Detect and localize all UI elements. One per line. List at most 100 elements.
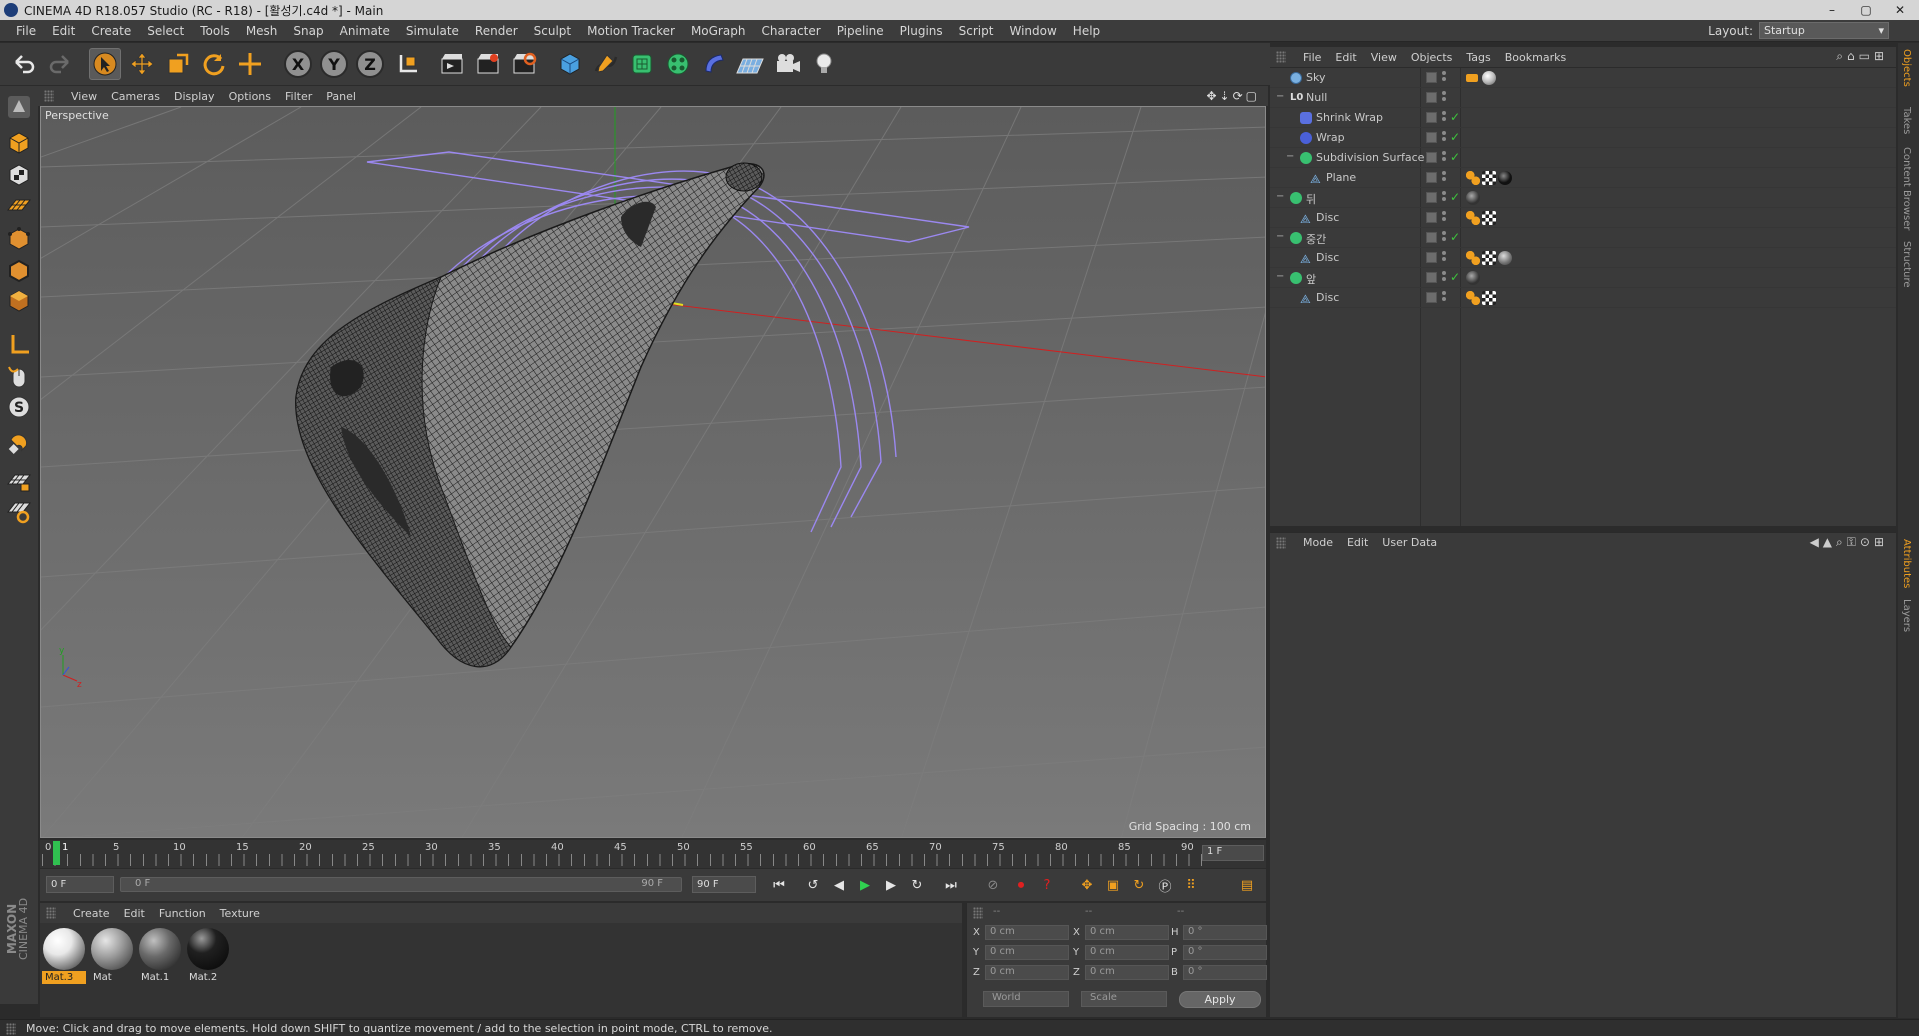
axis-mode-button[interactable] (4, 330, 34, 360)
render-picture-viewer-button[interactable] (472, 48, 504, 80)
material-tag-icon[interactable] (1482, 71, 1496, 85)
current-frame-field[interactable]: 1 F (1202, 845, 1264, 861)
add-light-button[interactable] (808, 48, 840, 80)
object-menu-objects[interactable]: Objects (1404, 51, 1460, 64)
viewport-menu-cameras[interactable]: Cameras (104, 90, 167, 103)
coordinate-space-dropdown[interactable]: World (983, 991, 1069, 1007)
z-axis-lock-button[interactable]: Z (354, 48, 386, 80)
phong-tag-icon[interactable] (1466, 291, 1480, 305)
locked-workplane-button[interactable] (4, 466, 34, 496)
visibility-dots[interactable] (1442, 291, 1446, 305)
collapse-toggle[interactable]: − (1276, 231, 1284, 242)
collapse-toggle[interactable]: − (1276, 191, 1284, 202)
menu-help[interactable]: Help (1065, 24, 1108, 38)
play-button[interactable]: ▶ (854, 874, 876, 896)
key-rotation-button[interactable]: ↻ (1128, 874, 1150, 896)
close-button[interactable]: ✕ (1883, 0, 1917, 20)
layer-checkbox[interactable] (1426, 192, 1437, 203)
layer-checkbox[interactable] (1426, 92, 1437, 103)
menu-mesh[interactable]: Mesh (238, 24, 286, 38)
move-tool-button[interactable] (126, 48, 158, 80)
visibility-dots[interactable] (1442, 191, 1446, 205)
coordinate-system-button[interactable] (392, 48, 424, 80)
pos-z-field[interactable]: 0 cm (985, 965, 1069, 980)
frame-range-slider[interactable]: 0 F 90 F (120, 877, 682, 892)
minimize-button[interactable]: – (1815, 0, 1849, 20)
material-swatch[interactable]: Mat (90, 927, 134, 983)
scale-tool-button[interactable] (162, 48, 194, 80)
layer-checkbox[interactable] (1426, 292, 1437, 303)
menu-create[interactable]: Create (83, 24, 139, 38)
enabled-check-icon[interactable]: ✓ (1450, 270, 1460, 284)
phong-tag-icon[interactable] (1466, 251, 1480, 265)
viewport-menu-filter[interactable]: Filter (278, 90, 319, 103)
add-floor-button[interactable] (734, 48, 766, 80)
layer-checkbox[interactable] (1426, 252, 1437, 263)
viewport-menu-view[interactable]: View (64, 90, 104, 103)
timeline-window-button[interactable]: ▤ (1236, 874, 1258, 896)
object-row-shrink-wrap[interactable]: Shrink Wrap ✓ (1270, 108, 1896, 128)
previous-frame-button[interactable]: ◀ (828, 874, 850, 896)
size-y-field[interactable]: 0 cm (1085, 945, 1169, 960)
tab-content-browser[interactable]: Content Browser (1901, 147, 1912, 230)
add-cube-button[interactable] (554, 48, 586, 80)
visibility-dots[interactable] (1442, 171, 1446, 185)
material-tag-icon[interactable] (1466, 271, 1480, 285)
viewport-menu-options[interactable]: Options (222, 90, 278, 103)
layer-checkbox[interactable] (1426, 112, 1437, 123)
next-frame-button[interactable]: ▶ (880, 874, 902, 896)
menu-character[interactable]: Character (753, 24, 828, 38)
object-row-sky[interactable]: Sky (1270, 68, 1896, 88)
edges-mode-button[interactable] (4, 256, 34, 286)
apply-button[interactable]: Apply (1179, 991, 1261, 1008)
menu-motion-tracker[interactable]: Motion Tracker (579, 24, 683, 38)
select-tool-button[interactable] (89, 48, 121, 80)
previous-key-button[interactable]: ↺ (802, 874, 824, 896)
start-frame-field[interactable]: 0 F (46, 876, 114, 893)
texture-mode-button[interactable] (4, 160, 34, 190)
go-to-start-button[interactable]: ⏮ (768, 874, 790, 896)
uvw-tag-icon[interactable] (1482, 171, 1496, 185)
collapse-toggle[interactable]: − (1276, 91, 1284, 102)
visibility-dots[interactable] (1442, 71, 1446, 85)
object-menu-file[interactable]: File (1296, 51, 1328, 64)
object-row-subdivision-surface[interactable]: − Subdivision Surface ✓ (1270, 148, 1896, 168)
menu-animate[interactable]: Animate (332, 24, 398, 38)
object-menu-view[interactable]: View (1364, 51, 1404, 64)
tab-takes[interactable]: Takes (1901, 107, 1912, 134)
visibility-dots[interactable] (1442, 91, 1446, 105)
attribute-menu-mode[interactable]: Mode (1296, 536, 1340, 549)
enabled-check-icon[interactable]: ✓ (1450, 130, 1460, 144)
visibility-dots[interactable] (1442, 271, 1446, 285)
end-frame-field[interactable]: 90 F (692, 876, 756, 893)
uvw-tag-icon[interactable] (1482, 291, 1496, 305)
collapse-toggle[interactable]: − (1286, 151, 1294, 162)
go-to-end-button[interactable]: ⏭ (940, 874, 962, 896)
menu-tools[interactable]: Tools (192, 24, 238, 38)
rot-p-field[interactable]: 0 ° (1183, 945, 1267, 960)
material-swatch[interactable]: Mat.1 (138, 927, 182, 983)
material-tag-icon[interactable] (1466, 191, 1480, 205)
material-tag-icon[interactable] (1498, 171, 1512, 185)
y-axis-lock-button[interactable]: Y (318, 48, 350, 80)
material-menu-edit[interactable]: Edit (117, 907, 152, 920)
key-pla-button[interactable]: ⠿ (1180, 874, 1202, 896)
autokeying-button[interactable]: ? (1036, 874, 1058, 896)
layer-checkbox[interactable] (1426, 152, 1437, 163)
key-scale-button[interactable]: ▣ (1102, 874, 1124, 896)
visibility-dots[interactable] (1442, 231, 1446, 245)
add-generator-button[interactable] (626, 48, 658, 80)
material-menu-texture[interactable]: Texture (213, 907, 267, 920)
layer-checkbox[interactable] (1426, 212, 1437, 223)
menu-snap[interactable]: Snap (285, 24, 331, 38)
object-menu-bookmarks[interactable]: Bookmarks (1498, 51, 1573, 64)
visibility-dots[interactable] (1442, 251, 1446, 265)
material-swatch[interactable]: Mat.2 (186, 927, 230, 983)
enabled-check-icon[interactable]: ✓ (1450, 230, 1460, 244)
layer-checkbox[interactable] (1426, 132, 1437, 143)
undo-button[interactable] (8, 48, 40, 80)
visibility-dots[interactable] (1442, 111, 1446, 125)
viewport-navigation-icons[interactable]: ✥⇣⟳▢ (1206, 89, 1260, 103)
tab-attributes[interactable]: Attributes (1901, 539, 1912, 588)
rot-h-field[interactable]: 0 ° (1183, 925, 1267, 940)
